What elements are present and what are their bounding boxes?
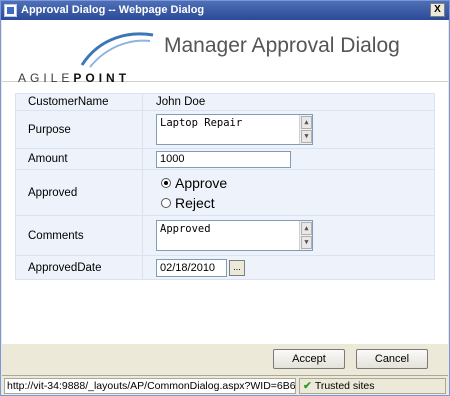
cancel-button[interactable]: Cancel: [356, 349, 428, 369]
form-row-approved-date: ApprovedDate 02/18/2010...: [15, 255, 435, 280]
approve-radio[interactable]: [161, 177, 171, 188]
reject-option[interactable]: Reject: [156, 193, 434, 213]
form-row-approved: Approved Approve Reject: [15, 169, 435, 216]
scroll-up-icon[interactable]: ▲: [301, 222, 312, 235]
security-zone: ✔ Trusted sites: [299, 378, 446, 394]
comments-label: Comments: [15, 215, 143, 256]
comments-text: Approved: [160, 223, 211, 235]
amount-input[interactable]: 1000: [156, 150, 291, 168]
window-title: Approval Dialog -- Webpage Dialog: [21, 4, 205, 16]
dialog-footer: Accept Cancel: [2, 344, 448, 374]
approval-form: CustomerName John Doe Purpose Laptop Rep…: [15, 93, 435, 280]
comments-scrollbar[interactable]: ▲ ▼: [299, 221, 312, 250]
page-title: Manager Approval Dialog: [164, 34, 400, 57]
window-icon: [4, 4, 17, 17]
customer-name-label: CustomerName: [15, 93, 143, 111]
status-bar: http://vit-34:9888/_layouts/AP/CommonDia…: [2, 375, 448, 395]
purpose-label: Purpose: [15, 110, 143, 149]
customer-name-value: John Doe: [142, 93, 435, 111]
comments-textarea[interactable]: Approved ▲ ▼: [156, 220, 313, 251]
dialog-body: CustomerName John Doe Purpose Laptop Rep…: [2, 82, 448, 344]
approved-date-label: ApprovedDate: [15, 255, 143, 280]
amount-label: Amount: [15, 148, 143, 170]
status-url: http://vit-34:9888/_layouts/AP/CommonDia…: [4, 378, 296, 394]
approve-label: Approve: [175, 174, 228, 191]
purpose-text: Laptop Repair: [160, 117, 243, 129]
purpose-textarea[interactable]: Laptop Repair ▲ ▼: [156, 114, 313, 145]
reject-radio[interactable]: [161, 197, 171, 208]
form-row-purpose: Purpose Laptop Repair ▲ ▼: [15, 110, 435, 149]
scroll-down-icon[interactable]: ▼: [301, 236, 312, 249]
form-row-amount: Amount 1000: [15, 148, 435, 170]
dialog-header: AGILEPOINT Manager Approval Dialog: [2, 20, 448, 85]
scroll-down-icon[interactable]: ▼: [301, 130, 312, 143]
approve-option[interactable]: Approve: [156, 173, 434, 193]
close-button[interactable]: X: [430, 3, 445, 17]
title-bar[interactable]: Approval Dialog -- Webpage Dialog X: [1, 1, 449, 20]
security-zone-label: Trusted sites: [314, 380, 375, 392]
form-row-customer-name: CustomerName John Doe: [15, 93, 435, 111]
date-picker-button[interactable]: ...: [229, 259, 245, 276]
checkmark-icon: ✔: [303, 380, 312, 392]
dialog-window: Approval Dialog -- Webpage Dialog X AGIL…: [0, 0, 450, 396]
scroll-up-icon[interactable]: ▲: [301, 116, 312, 129]
approved-date-input[interactable]: 02/18/2010: [156, 258, 227, 277]
accept-button[interactable]: Accept: [273, 349, 345, 369]
reject-label: Reject: [175, 194, 215, 211]
purpose-scrollbar[interactable]: ▲ ▼: [299, 115, 312, 144]
logo-swoosh-icon: [80, 32, 154, 68]
form-row-comments: Comments Approved ▲ ▼: [15, 215, 435, 256]
approved-label: Approved: [15, 169, 143, 216]
